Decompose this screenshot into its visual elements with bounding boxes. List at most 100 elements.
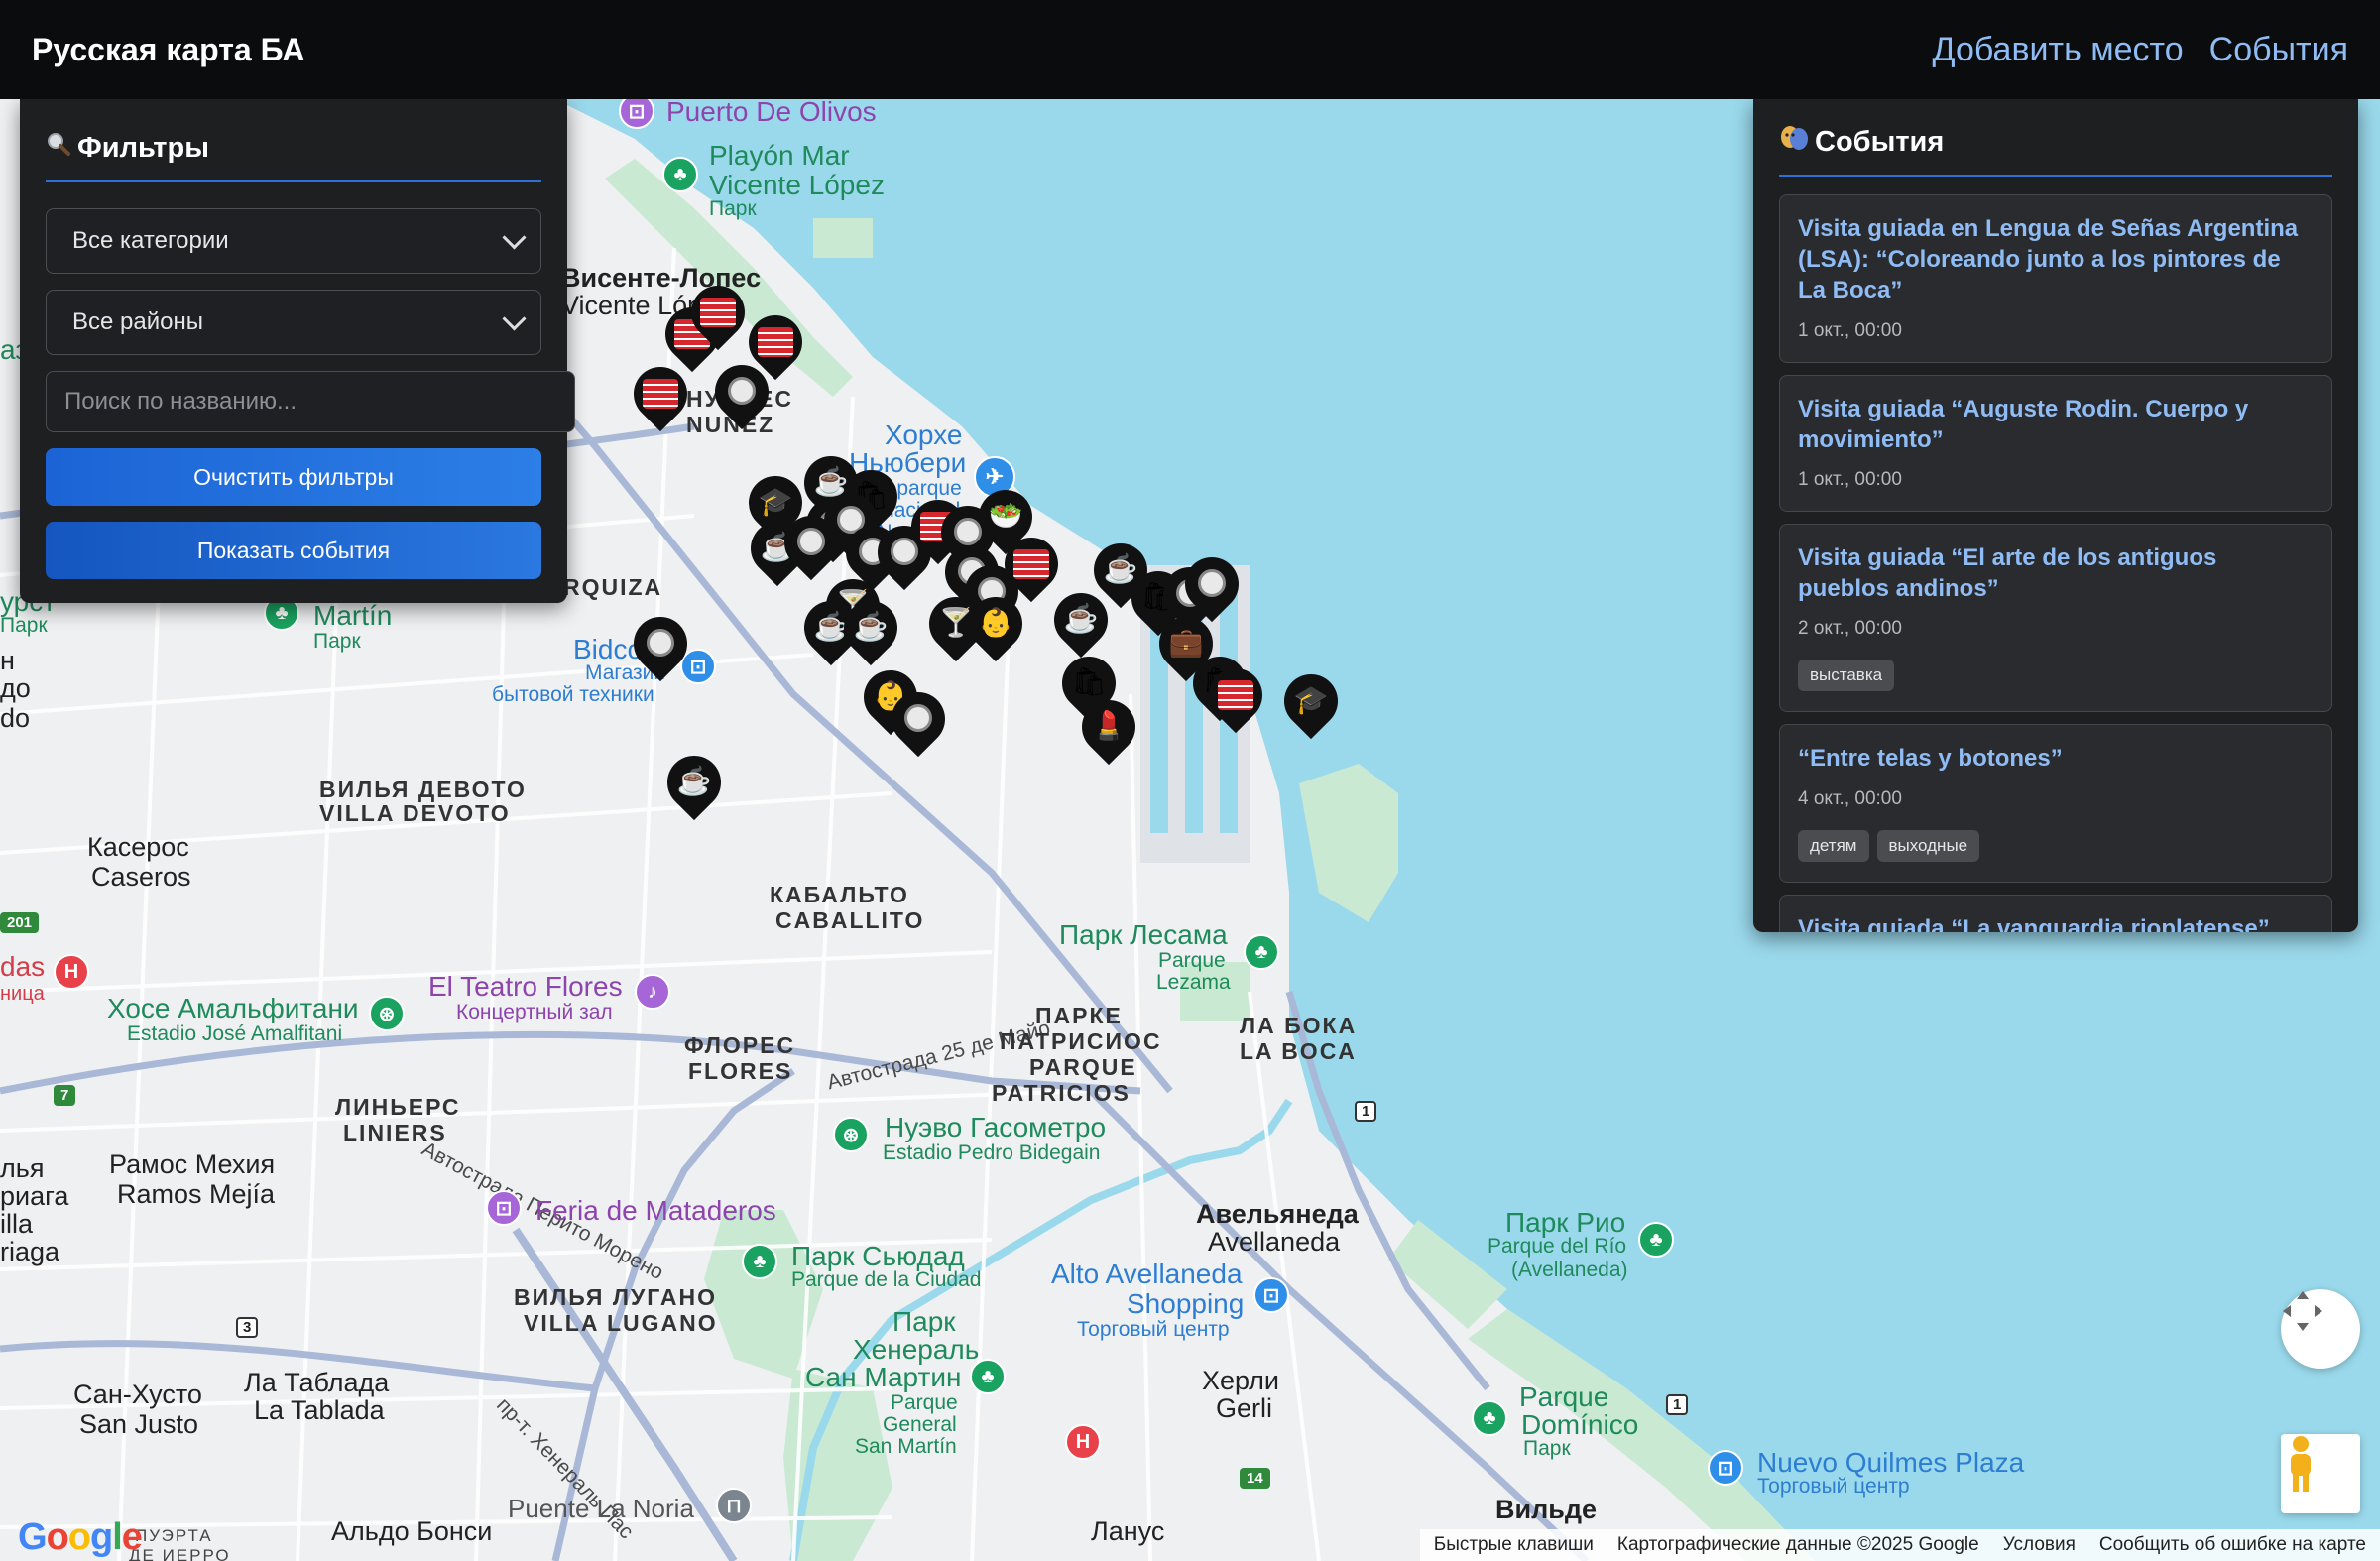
map-marker-plate[interactable] [773, 504, 850, 589]
site-title[interactable]: Русская карта БА [32, 32, 305, 68]
filters-header: Фильтры [46, 117, 541, 182]
coffee-icon: ☕ [853, 611, 889, 642]
pan-control[interactable] [2281, 1289, 2360, 1369]
plate-icon [954, 518, 982, 545]
map-marker-coffee[interactable]: ☕ [832, 589, 909, 674]
map-label-boca-es: LA BOCA [1240, 1038, 1357, 1064]
map-label-lugano-ru: ВИЛЬЯ ЛУГАНО [514, 1284, 718, 1310]
map-marker-plate[interactable] [703, 353, 780, 438]
clear-filters-button[interactable]: Очистить фильтры [46, 448, 541, 506]
street-view-pegman-icon[interactable] [2281, 1434, 2360, 1513]
event-title[interactable]: Visita guiada “La vanguardia rioplatense… [1798, 913, 2314, 933]
show-events-button[interactable]: Показать события [46, 522, 541, 579]
map-label-patricios-es2: PATRICIOS [992, 1080, 1130, 1106]
event-card[interactable]: Visita guiada “Auguste Rodin. Cuerpo y m… [1779, 374, 2332, 512]
event-title[interactable]: Visita guiada “Auguste Rodin. Cuerpo y m… [1798, 394, 2314, 455]
event-tag: выставка [1798, 660, 1895, 692]
filters-title: Фильтры [77, 131, 209, 164]
map-label-tablada-ru: Ла Таблада [244, 1368, 390, 1397]
map-label-teatro-flores: El Teatro Flores [428, 971, 623, 1002]
event-title[interactable]: Visita guiada “El arte de los antiguos p… [1798, 542, 2314, 604]
map-label-amalfitani: Хосе Амальфитани [107, 993, 359, 1023]
park-icon: ♣ [1638, 1222, 1674, 1258]
theater-masks-icon [1779, 125, 1809, 159]
map-label-liniers-ru: ЛИНЬЕРС [335, 1094, 461, 1120]
event-title[interactable]: Visita guiada en Lengua de Señas Argenti… [1798, 213, 2314, 306]
category-select[interactable]: Все категории [46, 208, 541, 274]
map-label-pueyrredon: ПУЭРТА [135, 1526, 213, 1545]
event-tag: выходные [1876, 829, 1980, 862]
park-icon: ♣ [970, 1359, 1006, 1394]
route-shield: 7 [54, 1085, 76, 1106]
keyboard-shortcuts-link[interactable]: Быстрые клавиши [1434, 1534, 1594, 1556]
lipstick-icon: 💄 [1091, 710, 1127, 741]
report-error-link[interactable]: Сообщить об ошибке на карте [2099, 1534, 2366, 1556]
map-label-sanjusto-ru: Сан-Хусто [73, 1380, 202, 1409]
district-select[interactable]: Все районы [46, 290, 541, 355]
event-tag: детям [1798, 829, 1869, 862]
event-card[interactable]: Visita guiada en Lengua de Señas Argenti… [1779, 194, 2332, 363]
map-label-flores-ru: ФЛОРЕС [684, 1032, 796, 1058]
map-marker-ticket[interactable] [622, 355, 699, 440]
events-title: События [1815, 125, 1945, 158]
event-card[interactable]: Visita guiada “El arte de los antiguos p… [1779, 523, 2332, 713]
map-label-boca-ru: ЛА БОКА [1240, 1013, 1358, 1038]
event-date: 1 окт., 00:00 [1798, 319, 1902, 341]
map-label-devoto-ru: ВИЛЬЯ ДЕВОТО [319, 777, 527, 802]
map-label-ramos-ru: Рамос Мехия [109, 1149, 276, 1179]
plate-icon [647, 629, 674, 657]
route-shield: 14 [1240, 1468, 1270, 1489]
map-label-left-11: illa [0, 1209, 34, 1239]
map-label-playon: Playón Mar [709, 140, 850, 171]
map-label-hierro: ДЕ ИЕРРО [129, 1546, 231, 1561]
map-label-alto-2: Shopping [1127, 1288, 1245, 1319]
map-label-dominico-3: Парк [1523, 1437, 1571, 1460]
map-label-lezama-2: Parque [1158, 949, 1226, 972]
events-header: События [1779, 111, 2332, 177]
search-input[interactable] [46, 371, 575, 432]
category-select-value: Все категории [72, 227, 229, 254]
shopping-bag-poi-icon: ⊡ [1708, 1450, 1743, 1486]
map-label-dominico-1: Parque [1519, 1381, 1609, 1412]
map-marker-kids[interactable]: 👶 [957, 585, 1034, 670]
terms-link[interactable]: Условия [2003, 1534, 2076, 1556]
map-label-herli-ru: Херли [1202, 1366, 1279, 1395]
map-label-herli-es: Gerli [1216, 1393, 1273, 1423]
ticket-icon [700, 298, 736, 327]
map-label-quilmes-2: Торговый центр [1757, 1475, 1910, 1498]
map-label-sanmartin-1: Парк [892, 1306, 956, 1337]
google-logo: Google [18, 1516, 143, 1558]
map-label-aeroparque-ru: Хорхе [885, 420, 963, 450]
map-label-sanmartin-4: Parque [891, 1391, 958, 1414]
map-label-left-9: лья [0, 1153, 45, 1183]
map-marker-plate[interactable] [622, 605, 699, 690]
map-label-sudad: Парк Сьюдад [791, 1241, 965, 1271]
map-marker-ticket[interactable] [679, 274, 757, 359]
hospital-icon: H [54, 954, 89, 990]
event-card[interactable]: Visita guiada “La vanguardia rioplatense… [1779, 894, 2332, 933]
map-label-patricios-ru2: ПАТРИСИОС [1000, 1028, 1162, 1054]
map-label-lezama-3: Lezama [1156, 971, 1231, 994]
map-label-rio-3: (Avellaneda) [1511, 1259, 1628, 1281]
map-marker-education[interactable]: 🎓 [1272, 662, 1350, 748]
top-nav: Добавить место События [1933, 31, 2348, 69]
map-label-lugano-es: VILLA LUGANO [524, 1310, 718, 1336]
map-label-rio-2: Parque del Río [1488, 1235, 1627, 1258]
map-marker-plate[interactable] [880, 680, 957, 766]
nav-add-place[interactable]: Добавить место [1933, 31, 2184, 69]
map-marker-ticket[interactable] [1197, 657, 1274, 742]
briefcase-icon: 💼 [1168, 627, 1204, 658]
event-card[interactable]: “Entre telas y botones” 4 окт., 00:00 детя… [1779, 724, 2332, 883]
map-label-sanmartin-3: Сан Мартин [805, 1362, 962, 1392]
event-title[interactable]: “Entre telas y botones” [1798, 743, 2314, 774]
stadium-icon: ⊛ [369, 996, 405, 1031]
chevron-down-icon [502, 305, 527, 331]
top-navbar: Русская карта БА Добавить место События [0, 0, 2380, 99]
map-label-quilmes: Nuevo Quilmes Plaza [1757, 1447, 2025, 1478]
map-marker-coffee[interactable]: ☕ [655, 744, 733, 829]
event-date: 4 окт., 00:00 [1798, 787, 1902, 809]
map-label-puerto-olivos: Puerto De Olivos [666, 99, 877, 127]
nav-events[interactable]: События [2209, 31, 2348, 69]
map-label-gasometro: Нуэво Гасометро [885, 1112, 1107, 1142]
map-marker-beauty[interactable]: 💄 [1070, 688, 1147, 774]
